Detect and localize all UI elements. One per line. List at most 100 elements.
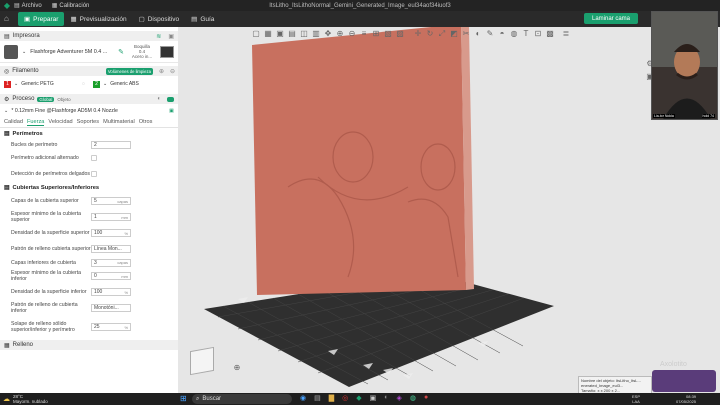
filament-edit-icon[interactable]: ◌ bbox=[82, 81, 85, 87]
save-icon[interactable]: ▣ bbox=[169, 108, 174, 114]
assembly-icon[interactable]: ▩ bbox=[545, 29, 555, 39]
color-paint-icon[interactable]: ◍ bbox=[509, 29, 519, 39]
filament-add-icon[interactable]: ⊕ bbox=[159, 68, 164, 75]
tab-fuerza[interactable]: Fuerza bbox=[26, 119, 45, 126]
perimetro-adicional-checkbox[interactable] bbox=[91, 155, 97, 161]
lithophane-model[interactable] bbox=[252, 27, 466, 295]
support-paint-icon[interactable]: ✎ bbox=[485, 29, 495, 39]
clock[interactable]: 08:39 07/05/2025 bbox=[676, 394, 696, 404]
add-object-icon[interactable]: ▢ bbox=[251, 29, 261, 39]
solape-input[interactable]: 25% bbox=[91, 323, 131, 331]
advanced-toggle-icon[interactable]: ◐ bbox=[157, 96, 161, 102]
walls-icon: ▤ bbox=[4, 131, 10, 137]
menu-archivo[interactable]: ▤ Archivo bbox=[14, 2, 42, 10]
proceso-section: ⚙ Proceso Global Objeto ◐ bbox=[0, 94, 178, 104]
filament-remove-icon[interactable]: ⊖ bbox=[170, 68, 175, 75]
espesor-inf-input[interactable]: 0 mm bbox=[91, 272, 131, 280]
filament-1[interactable]: 1 ⌄ Generic PETG ◌ bbox=[0, 77, 89, 91]
deteccion-perimetros-checkbox[interactable] bbox=[91, 171, 97, 177]
densidad-inf-input[interactable]: 100% bbox=[91, 288, 131, 296]
cut-icon[interactable]: ✂ bbox=[461, 29, 471, 39]
tab-calidad[interactable]: Calidad bbox=[4, 119, 23, 125]
bucles-option: Bucles de perímetro 2 bbox=[0, 139, 178, 150]
chevron-down-icon: ⌄ bbox=[14, 81, 19, 87]
lay-on-face-icon[interactable]: ◩ bbox=[449, 29, 459, 39]
view-cube[interactable] bbox=[190, 346, 214, 376]
filament-list: 1 ⌄ Generic PETG ◌ 2 ⌄ Generic ABS bbox=[0, 76, 178, 92]
printer-icon: ▤ bbox=[4, 33, 10, 40]
app-icon-6[interactable]: ▣ bbox=[370, 394, 377, 402]
grid-icon[interactable]: ▦ bbox=[263, 29, 273, 39]
layers-icon[interactable]: ≡ bbox=[359, 29, 369, 39]
tab-velocidad[interactable]: Velocidad bbox=[48, 119, 72, 125]
tab-guia[interactable]: ▤ Guía bbox=[185, 12, 220, 26]
split-icon[interactable]: ▥ bbox=[311, 29, 321, 39]
scale-icon[interactable]: ⊞ bbox=[371, 29, 381, 39]
edit-icon[interactable]: ✎ bbox=[118, 48, 124, 56]
cubiertas-group: ▤ Cubiertas Superiores/Inferiores bbox=[4, 185, 100, 191]
tab-otros[interactable]: Otros bbox=[139, 119, 153, 125]
filament-2[interactable]: 2 ⌄ Generic ABS bbox=[89, 77, 178, 91]
tab-multimaterial[interactable]: Multimaterial bbox=[103, 119, 135, 125]
tab-preparar[interactable]: ▣ Preparar bbox=[18, 12, 65, 26]
plate-icon[interactable] bbox=[160, 45, 174, 58]
3d-viewport[interactable]: ▢ ▦ ▣ ▤ ◫ ▥ ✥ ⊕ ⊖ ≡ ⊞ ▧ ▨ ✛ ↻ ⤢ ◩ ✂ ◐ ✎ … bbox=[178, 27, 720, 393]
mesh-boolean-icon[interactable]: ◐ bbox=[473, 29, 483, 39]
file-explorer-icon[interactable]: ▤ bbox=[314, 394, 321, 402]
process-profile-selector[interactable]: ⌄ * 0.12mm Fine @Flashforge AD5M 0.4 Noz… bbox=[0, 104, 178, 117]
weather-widget[interactable]: 28°C Mayorm. nublado bbox=[13, 394, 48, 404]
window-title: ItsLitho_ItsLithoNormal_Gemini_Generated… bbox=[269, 2, 451, 9]
objeto-toggle[interactable]: Objeto bbox=[57, 97, 70, 102]
printer-settings-icon[interactable]: ▣ bbox=[168, 33, 174, 40]
capas-sup-input[interactable]: 5 capas bbox=[91, 197, 131, 205]
orca-app-icon[interactable]: ◆ bbox=[356, 394, 361, 402]
bucles-input[interactable]: 2 bbox=[91, 140, 131, 149]
menu-calibracion[interactable]: ▦ Calibración bbox=[52, 2, 90, 10]
cube-icon[interactable]: ▧ bbox=[383, 29, 393, 39]
cube-alt-icon[interactable]: ▨ bbox=[395, 29, 405, 39]
tab-previsualizacion[interactable]: ▦ Previsualización bbox=[64, 12, 132, 26]
app-icon-9[interactable]: ◍ bbox=[410, 394, 416, 402]
seam-paint-icon[interactable]: ◓ bbox=[497, 29, 507, 39]
wifi-icon[interactable]: ≋ bbox=[156, 33, 161, 40]
scale-tool-icon[interactable]: ⤢ bbox=[437, 29, 447, 39]
app-icon-10[interactable]: ● bbox=[424, 394, 428, 402]
patron-inf-select[interactable]: Monotóni... bbox=[91, 304, 131, 312]
advanced-switch[interactable] bbox=[167, 96, 174, 102]
browser-app-icon[interactable]: ◉ bbox=[300, 394, 306, 402]
arrange-icon[interactable]: ▤ bbox=[287, 29, 297, 39]
chrome-icon[interactable]: ◎ bbox=[342, 394, 348, 402]
perimetro-adicional-option: Perímetro adicional alternado bbox=[0, 150, 178, 166]
printer-selector[interactable]: ⌄ Flashforge Adventurer 5M 0.4 ... ✎ Boq… bbox=[0, 41, 178, 63]
tab-dispositivo[interactable]: ▢ Dispositivo bbox=[133, 12, 186, 26]
espesor-sup-input[interactable]: 1 mm bbox=[91, 213, 131, 221]
global-toggle[interactable]: Global bbox=[37, 96, 55, 102]
move-icon[interactable]: ✛ bbox=[413, 29, 423, 39]
laminar-cama-button[interactable]: Laminar cama bbox=[584, 13, 638, 24]
folder-icon[interactable]: ▇ bbox=[329, 394, 334, 402]
zoom-in-icon[interactable]: ⊕ bbox=[335, 29, 345, 39]
densidad-sup-input[interactable]: 100% bbox=[91, 229, 131, 237]
zoom-out-icon[interactable]: ⊖ bbox=[347, 29, 357, 39]
webcam-label-left: Lia-tor Nokia bbox=[653, 114, 675, 118]
orient-icon[interactable]: ◫ bbox=[299, 29, 309, 39]
app-icon-8[interactable]: ◈ bbox=[396, 394, 401, 402]
patron-sup-select[interactable]: Línea Mon... bbox=[91, 245, 131, 253]
prepare-icon: ▣ bbox=[24, 16, 31, 23]
cut-plus-icon[interactable]: ✥ bbox=[323, 29, 333, 39]
windows-start-icon[interactable]: ⊞ bbox=[180, 394, 187, 403]
taskbar-search[interactable]: ⌕ Buscar bbox=[192, 394, 292, 404]
home-icon[interactable]: ⌂ bbox=[4, 14, 14, 24]
flush-volumes-button[interactable]: Volúmenes de limpieza bbox=[105, 67, 153, 75]
menu-icon[interactable]: ≣ bbox=[561, 29, 571, 39]
capas-inf-input[interactable]: 3 capas bbox=[91, 258, 131, 267]
text-icon[interactable]: T bbox=[521, 29, 531, 39]
rotate-icon[interactable]: ↻ bbox=[425, 29, 435, 39]
tab-soportes[interactable]: Soportes bbox=[77, 119, 99, 125]
view-zoom-icon[interactable]: ⊕ bbox=[232, 363, 242, 373]
app-icon-7[interactable]: ◐ bbox=[384, 394, 388, 402]
language-indicator[interactable]: ESP LAA bbox=[632, 394, 640, 404]
webcam-overlay: Lia-tor Nokia hold 74 bbox=[651, 11, 718, 120]
measure-icon[interactable]: ⊡ bbox=[533, 29, 543, 39]
plate-view-icon[interactable]: ▣ bbox=[275, 29, 285, 39]
